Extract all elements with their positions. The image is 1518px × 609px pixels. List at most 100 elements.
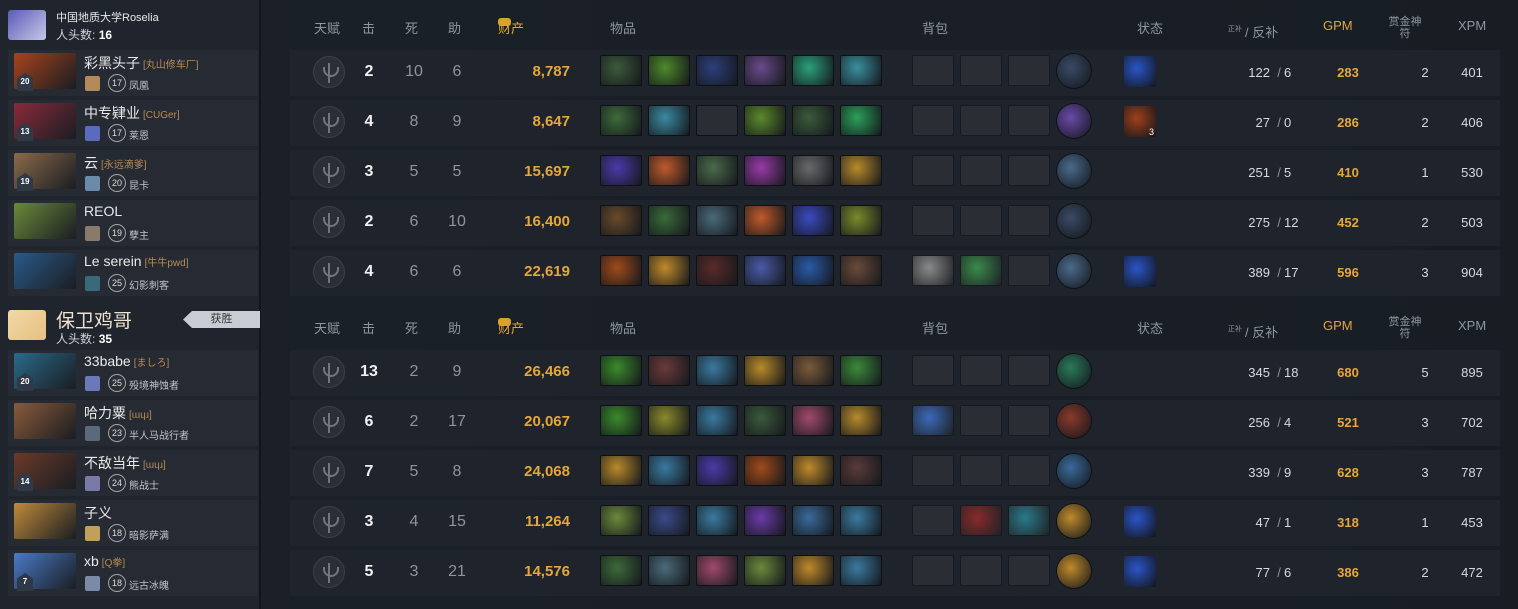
backpack-slot[interactable] (912, 355, 954, 386)
item-slot-icon[interactable] (696, 205, 738, 236)
status-buff-icon[interactable] (1124, 256, 1156, 287)
item-slot-icon[interactable] (840, 505, 882, 536)
item-slot-icon[interactable] (792, 405, 834, 436)
item-slot-icon[interactable] (840, 255, 882, 286)
item-slot-icon[interactable] (744, 405, 786, 436)
item-slot-icon[interactable] (648, 505, 690, 536)
item-slot-icon[interactable] (840, 355, 882, 386)
backpack-slot[interactable] (960, 255, 1002, 286)
item-slot-icon[interactable] (600, 255, 642, 286)
status-buff-icon[interactable] (1124, 506, 1156, 537)
backpack-slot[interactable] (1008, 155, 1050, 186)
backpack-slot[interactable] (960, 355, 1002, 386)
neutral-item-icon[interactable] (1056, 253, 1092, 289)
item-slot-icon[interactable] (840, 455, 882, 486)
item-slot-icon[interactable] (648, 455, 690, 486)
neutral-item-icon[interactable] (1056, 103, 1092, 139)
talent-tree-icon[interactable] (313, 106, 345, 138)
item-slot-icon[interactable] (840, 555, 882, 586)
hero-portrait[interactable] (14, 403, 76, 439)
player-card[interactable]: 哈力粟 [ɯɥɹ] 23 半人马战行者 (8, 400, 258, 446)
backpack-slot[interactable] (1008, 105, 1050, 136)
backpack-slot[interactable] (1008, 205, 1050, 236)
item-slot-icon[interactable] (696, 355, 738, 386)
item-slot-icon[interactable] (600, 355, 642, 386)
item-slot-icon[interactable] (792, 55, 834, 86)
item-slot-icon[interactable] (744, 255, 786, 286)
player-card[interactable]: 20 33babe [ましろ] 25 殁境神蚀者 (8, 350, 258, 396)
backpack-slot[interactable] (1008, 355, 1050, 386)
hero-portrait[interactable] (14, 503, 76, 539)
talent-tree-icon[interactable] (313, 206, 345, 238)
neutral-item-icon[interactable] (1056, 403, 1092, 439)
hero-portrait[interactable]: 20 (14, 353, 76, 391)
backpack-slot[interactable] (912, 555, 954, 586)
item-slot-icon[interactable] (600, 555, 642, 586)
status-buff-icon[interactable] (1124, 556, 1156, 587)
item-slot-icon[interactable] (648, 355, 690, 386)
neutral-item-icon[interactable] (1056, 53, 1092, 89)
item-slot-icon[interactable] (792, 355, 834, 386)
backpack-slot[interactable] (912, 205, 954, 236)
item-slot-icon[interactable] (696, 505, 738, 536)
item-slot-icon[interactable] (840, 405, 882, 436)
item-slot-icon[interactable] (696, 255, 738, 286)
talent-tree-icon[interactable] (313, 256, 345, 288)
backpack-slot[interactable] (912, 55, 954, 86)
item-slot-icon[interactable] (696, 155, 738, 186)
player-card[interactable]: Le serein [牛牛pwd] 25 幻影刺客 (8, 250, 258, 296)
status-buff-icon[interactable]: 3 (1124, 106, 1156, 137)
backpack-slot[interactable] (1008, 455, 1050, 486)
talent-tree-icon[interactable] (313, 456, 345, 488)
item-slot-icon[interactable] (648, 155, 690, 186)
backpack-slot[interactable] (1008, 405, 1050, 436)
item-slot-icon[interactable] (840, 205, 882, 236)
item-slot-icon[interactable] (696, 105, 738, 136)
backpack-slot[interactable] (1008, 55, 1050, 86)
neutral-item-icon[interactable] (1056, 353, 1092, 389)
hero-portrait[interactable]: 13 (14, 103, 76, 141)
hero-portrait[interactable] (14, 253, 76, 289)
player-card[interactable]: 子义 18 暗影萨满 (8, 500, 258, 546)
backpack-slot[interactable] (912, 405, 954, 436)
item-slot-icon[interactable] (792, 205, 834, 236)
backpack-slot[interactable] (960, 505, 1002, 536)
item-slot-icon[interactable] (648, 405, 690, 436)
backpack-slot[interactable] (912, 255, 954, 286)
item-slot-icon[interactable] (600, 205, 642, 236)
item-slot-icon[interactable] (792, 505, 834, 536)
player-card[interactable]: 20 彩黑头子 [丸山修车厂] 17 凤凰 (8, 50, 258, 96)
player-card[interactable]: 13 中专肄业 [CUGer] 17 莱恩 (8, 100, 258, 146)
item-slot-icon[interactable] (696, 55, 738, 86)
backpack-slot[interactable] (960, 205, 1002, 236)
backpack-slot[interactable] (1008, 555, 1050, 586)
item-slot-icon[interactable] (792, 455, 834, 486)
player-card[interactable]: 19 云 [永远滴爹] 20 昆卡 (8, 150, 258, 196)
backpack-slot[interactable] (960, 155, 1002, 186)
hero-portrait[interactable]: 14 (14, 453, 76, 491)
item-slot-icon[interactable] (600, 55, 642, 86)
item-slot-icon[interactable] (648, 105, 690, 136)
item-slot-icon[interactable] (792, 255, 834, 286)
backpack-slot[interactable] (912, 105, 954, 136)
item-slot-icon[interactable] (744, 555, 786, 586)
neutral-item-icon[interactable] (1056, 203, 1092, 239)
backpack-slot[interactable] (960, 405, 1002, 436)
item-slot-icon[interactable] (840, 105, 882, 136)
neutral-item-icon[interactable] (1056, 503, 1092, 539)
talent-tree-icon[interactable] (313, 406, 345, 438)
hero-portrait[interactable] (14, 203, 76, 239)
player-card[interactable]: 14 不敌当年 [ɯɥɹ] 24 熊战士 (8, 450, 258, 496)
hero-portrait[interactable]: 7 (14, 553, 76, 591)
item-slot-icon[interactable] (744, 105, 786, 136)
neutral-item-icon[interactable] (1056, 553, 1092, 589)
item-slot-icon[interactable] (840, 55, 882, 86)
neutral-item-icon[interactable] (1056, 453, 1092, 489)
status-buff-icon[interactable] (1124, 56, 1156, 87)
backpack-slot[interactable] (960, 455, 1002, 486)
backpack-slot[interactable] (1008, 255, 1050, 286)
talent-tree-icon[interactable] (313, 556, 345, 588)
item-slot-icon[interactable] (648, 255, 690, 286)
item-slot-icon[interactable] (600, 105, 642, 136)
player-card[interactable]: REOL 19 孽主 (8, 200, 258, 246)
